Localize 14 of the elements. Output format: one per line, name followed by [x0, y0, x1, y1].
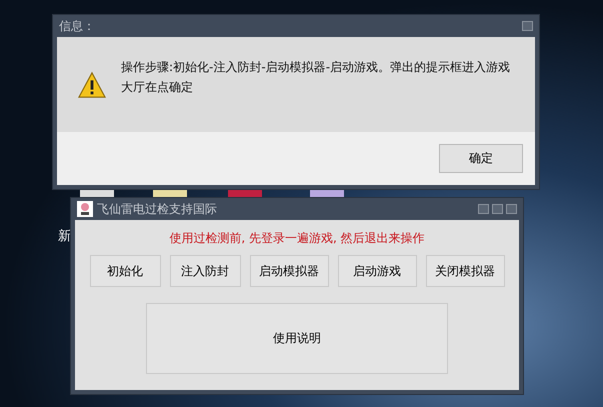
action-button[interactable]: 启动游戏 [338, 255, 416, 287]
message-text: 操作步骤:初始化-注入防封-启动模拟器-启动游戏。弹出的提示框进入游戏大厅在点确定 [121, 59, 512, 96]
ok-button[interactable]: 确定 [439, 144, 523, 173]
action-button[interactable]: 关闭模拟器 [426, 255, 504, 287]
action-button[interactable]: 初始化 [90, 255, 160, 287]
help-button[interactable]: 使用说明 [146, 303, 448, 374]
window-title: 信息： [59, 18, 96, 34]
app-icon [77, 201, 93, 217]
notice-text: 使用过检测前, 先登录一遍游戏, 然后退出来操作 [169, 230, 425, 247]
action-button[interactable]: 启动模拟器 [250, 255, 328, 287]
warning-icon [77, 71, 107, 99]
desktop-icon-label: 新 [58, 228, 71, 245]
window-title: 飞仙雷电过检支持国际 [97, 200, 218, 218]
action-button[interactable]: 注入防封 [170, 255, 240, 287]
